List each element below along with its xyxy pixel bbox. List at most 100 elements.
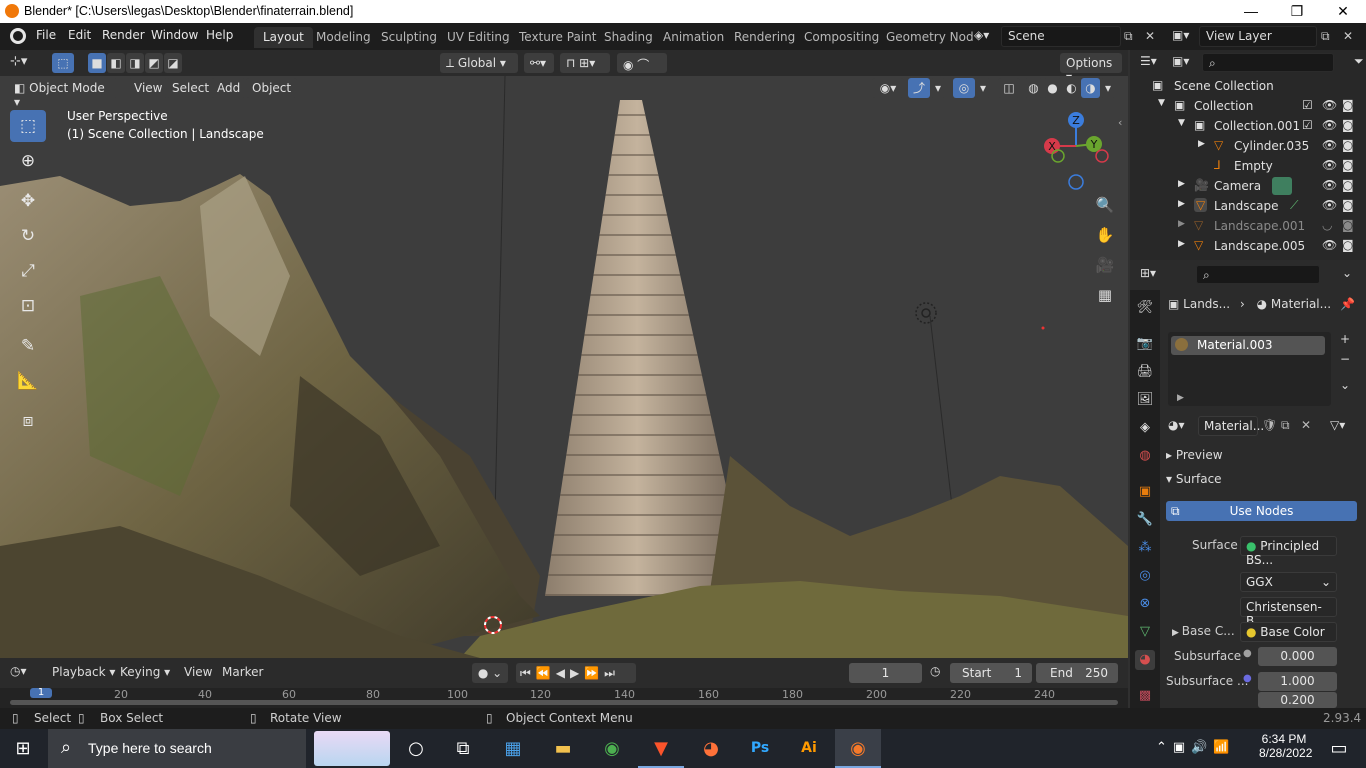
slot-list-expand-icon[interactable]: ▶ [1177, 393, 1184, 403]
current-frame-field[interactable]: 1 [849, 663, 922, 683]
solid-shading-icon[interactable]: ● [1043, 78, 1062, 98]
minimize-button[interactable]: — [1228, 0, 1274, 23]
search-highlight-icon[interactable] [314, 731, 390, 766]
menu-help[interactable]: Help [206, 28, 233, 42]
menu-edit[interactable]: Edit [68, 28, 91, 42]
blender-taskbar-icon[interactable]: ◉ [835, 729, 881, 768]
zoom-icon[interactable]: 🔍 [1093, 193, 1117, 217]
close-button[interactable]: ✕ [1320, 0, 1366, 23]
material-tab-icon[interactable]: ◕ [1135, 650, 1155, 670]
transform-tool-icon[interactable]: ⊡ [10, 290, 46, 322]
base-color-field[interactable]: ● Base Color [1240, 622, 1337, 642]
expand-arrow-icon[interactable]: ▶ [1178, 219, 1185, 229]
physics-tab-icon[interactable]: ◎ [1135, 566, 1155, 586]
material-slot-item[interactable]: Material.003 [1171, 336, 1325, 355]
unlink-material-icon[interactable]: ✕ [1301, 418, 1311, 432]
expand-arrow-icon[interactable]: ▼ [1178, 118, 1185, 128]
wireframe-shading-icon[interactable]: ◍ [1024, 78, 1043, 98]
constraints-tab-icon[interactable]: ⊗ [1135, 594, 1155, 614]
outliner-row[interactable]: ▶ 🎥 Camera 👁 ◙ [1130, 177, 1366, 197]
annotate-tool-icon[interactable]: ✎ [10, 330, 46, 362]
object-mode-dropdown[interactable]: ◧ Object Mode ▾ [8, 78, 118, 109]
delete-scene-icon[interactable]: ✕ [1145, 29, 1155, 43]
rotate-tool-icon[interactable]: ↻ [10, 220, 46, 252]
maximize-button[interactable]: ❐ [1274, 0, 1320, 23]
timeline-scrollbar[interactable] [10, 700, 1118, 705]
timeline-editor-type-icon[interactable]: ◷▾ [10, 664, 27, 678]
overlay-dropdown-icon[interactable]: ▾ [975, 78, 991, 98]
navigation-gizmo[interactable]: Z Y X [1036, 106, 1116, 192]
viewport-menu-select[interactable]: Select [166, 78, 216, 98]
cortana-icon[interactable]: ○ [393, 729, 439, 768]
camera-render-icon[interactable]: ◙ [1342, 238, 1354, 252]
add-cube-tool-icon[interactable]: ⧈ [10, 405, 46, 437]
eye-icon[interactable]: 👁 [1322, 158, 1337, 172]
outliner-editor-type-icon[interactable]: ☰▾ [1140, 54, 1157, 68]
tab-rendering[interactable]: Rendering [725, 27, 804, 48]
file-explorer-icon[interactable]: ▬ [540, 729, 586, 768]
select-new-icon[interactable]: ■ [88, 53, 106, 73]
editor-type-icon[interactable]: ⊹▾ [10, 54, 27, 69]
expand-arrow-icon[interactable]: ▶ [1178, 239, 1185, 249]
options-dropdown[interactable]: Options ▾ [1060, 53, 1122, 84]
ortho-grid-icon[interactable]: ▦ [1093, 283, 1117, 307]
particles-tab-icon[interactable]: ⁂ [1135, 538, 1155, 558]
tab-uv-editing[interactable]: UV Editing [438, 27, 519, 48]
playhead-marker[interactable]: 1 [30, 688, 52, 698]
visibility-dropdown-icon[interactable]: ◉▾ [872, 78, 904, 98]
tab-shading[interactable]: Shading [595, 27, 662, 48]
object-tab-icon[interactable]: ▣ [1135, 482, 1155, 502]
camera-render-icon[interactable]: ◙ [1342, 158, 1354, 172]
camera-render-icon[interactable]: ◙ [1342, 98, 1354, 112]
scene-browse-icon[interactable]: ◈▾ [974, 28, 998, 46]
new-view-layer-icon[interactable]: ⧉ [1321, 29, 1330, 44]
camera-view-icon[interactable]: 🎥 [1093, 253, 1117, 277]
scene-name-field[interactable]: Scene [1001, 26, 1121, 47]
measure-tool-icon[interactable]: 📐 [10, 365, 46, 397]
add-slot-icon[interactable]: + [1340, 332, 1350, 346]
view-layer-field[interactable]: View Layer [1199, 26, 1317, 47]
tab-geometry-nodes[interactable]: Geometry Nod [877, 27, 983, 48]
filter-icon[interactable]: ⏷ [1354, 54, 1364, 69]
remove-slot-icon[interactable]: − [1340, 352, 1350, 366]
overlay-toggle-icon[interactable]: ◎ [953, 78, 975, 98]
outliner-row[interactable]: ▶ ▽ Cylinder.035 👁 ◙ [1130, 137, 1366, 157]
link-dropdown-icon[interactable]: ▽▾ [1330, 418, 1345, 432]
properties-search-input[interactable]: ⌕ [1196, 265, 1320, 284]
delete-view-layer-icon[interactable]: ✕ [1343, 29, 1353, 43]
camera-render-icon[interactable]: ◙ [1342, 118, 1354, 132]
material-browse-icon[interactable]: ◕▾ [1168, 418, 1185, 432]
tool-tab-icon[interactable]: 🛠 [1135, 298, 1155, 318]
tab-texture-paint[interactable]: Texture Paint [510, 27, 605, 48]
firefox-icon[interactable]: ◕ [688, 729, 734, 768]
notification-icon[interactable]: ▭ [1316, 729, 1362, 768]
playback-controls[interactable]: ⏮⏪◀▶⏩⏭ [516, 663, 636, 683]
view-layer-browse-icon[interactable]: ▣▾ [1172, 28, 1196, 46]
brave-icon[interactable]: ▼ [638, 729, 684, 768]
select-extend-icon[interactable]: ◧ [107, 53, 125, 73]
eye-icon[interactable]: 👁 [1322, 178, 1337, 192]
shading-dropdown-icon[interactable]: ▾ [1100, 78, 1116, 98]
timeline-menu-view[interactable]: View [184, 665, 212, 679]
viewport-menu-add[interactable]: Add [211, 78, 247, 98]
preview-range-clock-icon[interactable]: ◷ [930, 664, 940, 678]
timeline-menu-playback[interactable]: Playback ▾ [52, 665, 115, 679]
illustrator-icon[interactable]: Ai [786, 729, 832, 768]
outliner-row[interactable]: ▶ ▽ Landscape ⟋ 👁 ◙ [1130, 197, 1366, 217]
timeline-menu-marker[interactable]: Marker [222, 665, 263, 679]
material-name-field[interactable]: Material... [1198, 416, 1264, 436]
windows-start-icon[interactable]: ⊞ [0, 729, 46, 768]
expand-arrow-icon[interactable]: ▶ [1178, 179, 1185, 189]
menu-file[interactable]: File [36, 28, 56, 42]
pivot-point-dropdown[interactable]: ⚯▾ [524, 53, 554, 73]
camera-render-icon[interactable]: ◙ [1342, 138, 1354, 152]
distribution-dropdown[interactable]: GGX ⌄ [1240, 572, 1337, 592]
select-invert-icon[interactable]: ◩ [145, 53, 163, 73]
pan-hand-icon[interactable]: ✋ [1093, 223, 1117, 247]
proportional-editing-dropdown[interactable]: ◉ ⌒ [617, 53, 667, 73]
material-shading-icon[interactable]: ◐ [1062, 78, 1081, 98]
fake-user-icon[interactable]: 🛡 [1262, 418, 1277, 432]
texture-tab-icon[interactable]: ▩ [1135, 686, 1155, 706]
preview-panel-header[interactable]: ▸ Preview [1166, 448, 1223, 462]
outliner-row[interactable]: ▶ ▽ Landscape.005 👁 ◙ [1130, 237, 1366, 257]
